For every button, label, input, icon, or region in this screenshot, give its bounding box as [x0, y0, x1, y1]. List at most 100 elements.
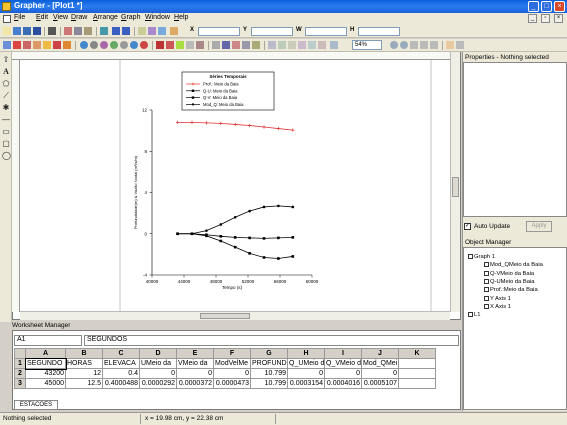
menu-edit[interactable]: Edit — [36, 14, 48, 21]
table-cell[interactable]: Q_VMeio d — [324, 358, 362, 369]
zoom-out-icon[interactable] — [400, 41, 408, 49]
visibility-checkbox[interactable] — [468, 312, 473, 318]
copy-icon[interactable] — [74, 27, 82, 35]
whatsthis-icon[interactable] — [148, 27, 156, 35]
column-header[interactable]: B — [65, 348, 103, 359]
table-cell[interactable] — [398, 378, 436, 389]
tree-item[interactable]: Q-UMeio da Baia — [484, 278, 534, 285]
close-button[interactable]: × — [554, 1, 565, 12]
symbol-tool-icon[interactable]: ✱ — [2, 104, 10, 112]
tree-item[interactable]: X Axis 1 — [484, 303, 511, 310]
paste-icon[interactable] — [84, 27, 92, 35]
box-whisker-icon[interactable] — [156, 41, 164, 49]
menu-file[interactable]: File — [14, 14, 25, 21]
doughnut-chart-icon[interactable] — [140, 41, 148, 49]
table-cell[interactable]: UMeio da — [139, 358, 177, 369]
doc-restore-button[interactable]: ▫ — [541, 14, 550, 23]
zoom-width-icon[interactable] — [420, 41, 428, 49]
column-header[interactable]: G — [250, 348, 288, 359]
rounded-rect-tool-icon[interactable]: ▢ — [2, 140, 10, 148]
menu-draw[interactable]: Draw — [71, 14, 87, 21]
menu-view[interactable]: View — [53, 14, 68, 21]
redraw-icon[interactable] — [308, 41, 316, 49]
zoom-rect-icon[interactable] — [288, 41, 296, 49]
visibility-checkbox[interactable] — [484, 295, 489, 301]
visibility-checkbox[interactable] — [484, 303, 489, 309]
table-icon[interactable] — [158, 27, 166, 35]
visibility-checkbox[interactable] — [468, 254, 473, 259]
graph-area-icon[interactable] — [23, 41, 31, 49]
graph-function-icon[interactable] — [53, 41, 61, 49]
class-scatter-icon[interactable] — [186, 41, 194, 49]
visibility-checkbox[interactable] — [484, 287, 489, 293]
redo-icon[interactable] — [122, 27, 130, 35]
table-cell[interactable]: SEGUNDO — [24, 357, 67, 370]
table-cell[interactable]: 0.0000473 — [213, 378, 251, 389]
table-cell[interactable]: ModVelMe — [213, 358, 251, 369]
vertical-scroll-thumb[interactable] — [452, 177, 459, 197]
vector-plot-icon[interactable] — [196, 41, 204, 49]
visibility-checkbox[interactable] — [484, 262, 489, 268]
error-bars-icon[interactable] — [242, 41, 250, 49]
table-cell[interactable]: 0 — [361, 368, 399, 379]
row-header[interactable]: 1 — [14, 358, 26, 369]
table-cell[interactable]: HORAS — [65, 358, 103, 369]
menu-graph[interactable]: Graph — [121, 14, 140, 21]
table-cell[interactable]: ELEVACA — [102, 358, 140, 369]
duplicate-axis-icon[interactable] — [252, 41, 260, 49]
save-icon[interactable] — [33, 27, 41, 35]
table-cell[interactable]: 43200 — [25, 368, 66, 379]
graph-bar-icon[interactable] — [33, 41, 41, 49]
text-tool-icon[interactable]: A — [2, 68, 10, 76]
table-cell[interactable]: 45000 — [25, 378, 66, 389]
bubble-plot-icon[interactable] — [166, 41, 174, 49]
tree-item[interactable]: L1 — [468, 312, 480, 318]
script-icon[interactable] — [170, 27, 178, 35]
cell-contents[interactable]: SEGUNDOS — [84, 335, 459, 346]
new-worksheet-icon[interactable] — [13, 27, 21, 35]
table-cell[interactable]: 12.5 — [65, 378, 103, 389]
x-field[interactable] — [198, 27, 240, 36]
ternary-plot-icon[interactable] — [90, 41, 98, 49]
fit-curve-icon[interactable] — [232, 41, 240, 49]
table-cell[interactable]: 0.4 — [102, 368, 140, 379]
select-arrow-icon[interactable]: ⇧ — [2, 56, 10, 64]
ellipse-tool-icon[interactable]: ◯ — [2, 152, 11, 160]
column-header[interactable]: K — [398, 348, 436, 359]
zoom-in-icon[interactable] — [390, 41, 398, 49]
table-cell[interactable]: 10.799 — [250, 368, 288, 379]
horizontal-scroll-thumb[interactable] — [200, 313, 250, 319]
table-cell[interactable]: 0 — [139, 368, 177, 379]
column-header[interactable]: A — [25, 348, 66, 359]
auto-update-checkbox[interactable]: ✓ — [464, 223, 471, 230]
cell-reference[interactable]: A1 — [14, 335, 82, 346]
wind-plot-icon[interactable] — [110, 41, 118, 49]
undo-icon[interactable] — [112, 27, 120, 35]
zoom-field[interactable]: 54% — [352, 40, 382, 50]
column-header[interactable]: I — [324, 348, 362, 359]
graph-line-icon[interactable] — [3, 41, 11, 49]
table-cell[interactable]: Mod_QMei — [361, 358, 399, 369]
table-cell[interactable]: 0 — [287, 368, 325, 379]
tree-item[interactable]: Y Axis 1 — [484, 295, 511, 302]
table-cell[interactable]: 0.0000372 — [176, 378, 214, 389]
radar-plot-icon[interactable] — [120, 41, 128, 49]
table-cell[interactable]: 0.0000292 — [139, 378, 177, 389]
table-cell[interactable]: 0 — [213, 368, 251, 379]
w-field[interactable] — [305, 27, 347, 36]
table-cell[interactable]: PROFUND — [250, 358, 288, 369]
hilo-plot-icon[interactable] — [176, 41, 184, 49]
tree-item[interactable]: Prof.:Meio da Baia — [484, 287, 538, 293]
column-header[interactable]: H — [287, 348, 325, 359]
column-header[interactable]: F — [213, 348, 251, 359]
pie-chart-icon[interactable] — [130, 41, 138, 49]
line-tool-icon[interactable]: — — [2, 116, 10, 124]
reshape-icon[interactable] — [456, 41, 464, 49]
vertical-scrollbar[interactable] — [450, 52, 460, 312]
doc-minimize-button[interactable]: _ — [528, 14, 537, 23]
tree-item[interactable]: Q-VMeio da Baia — [484, 270, 534, 277]
table-cell[interactable]: 0.0005107 — [361, 378, 399, 389]
axis-icon[interactable] — [212, 41, 220, 49]
table-cell[interactable]: 0.4000488 — [102, 378, 140, 389]
menu-arrange[interactable]: Arrange — [93, 14, 118, 21]
